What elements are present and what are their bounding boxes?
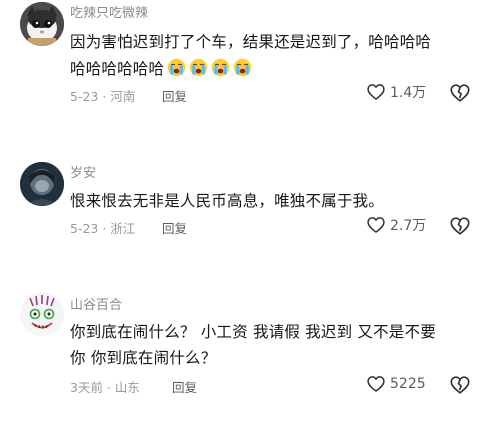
username[interactable]: 岁安: [70, 162, 96, 181]
like-button[interactable]: 5225: [366, 374, 426, 394]
dislike-button[interactable]: [449, 215, 471, 237]
loudly-crying-face-icon: [167, 58, 186, 77]
comment-text-line-2: 哈哈哈哈哈哈: [70, 57, 252, 79]
like-count: 1.4万: [390, 85, 427, 101]
comment-text-line-2: 你 你到底在闹什么？: [70, 349, 217, 367]
loudly-crying-face-icon: [211, 58, 230, 77]
dislike-button[interactable]: [449, 82, 471, 104]
heart-icon: [367, 217, 385, 233]
comment-text-line-1: 你到底在闹什么？ 小工资 我请假 我迟到 又不是不要: [70, 323, 436, 341]
loudly-crying-face-icon: [233, 58, 252, 77]
avatar[interactable]: [20, 2, 64, 46]
comment-text-line-1: 恨来恨去无非是人民币高息，唯独不属于我。: [70, 192, 385, 210]
comment-meta: 5-23 · 浙江: [70, 221, 136, 236]
username[interactable]: 山谷百合: [70, 294, 122, 313]
reply-button[interactable]: 回复: [172, 377, 197, 396]
cat-avatar-image: [20, 2, 64, 46]
comment-meta: 5-23 · 河南: [70, 89, 136, 104]
cartoon-face-avatar-image: [20, 292, 64, 336]
emoji-row: [164, 58, 252, 78]
person-avatar-image: [20, 162, 64, 206]
reply-button[interactable]: 回复: [162, 218, 187, 237]
broken-heart-icon: [450, 376, 470, 394]
comment-item: 山谷百合 你到底在闹什么？ 小工资 我请假 我迟到 又不是不要 你 你到底在闹什…: [0, 290, 498, 400]
avatar[interactable]: [20, 162, 64, 206]
reply-button[interactable]: 回复: [162, 86, 187, 105]
heart-icon: [367, 84, 385, 100]
comment-item: 岁安 恨来恨去无非是人民币高息，唯独不属于我。 5-23 · 浙江 回复 2.7…: [0, 160, 498, 250]
broken-heart-icon: [450, 84, 470, 102]
loudly-crying-face-icon: [189, 58, 208, 77]
broken-heart-icon: [450, 217, 470, 235]
comment-item: 吃辣只吃微辣 因为害怕迟到打了个车，结果还是迟到了，哈哈哈哈 哈哈哈哈哈哈 5-…: [0, 0, 498, 120]
comment-meta: 3天前 · 山东: [70, 380, 140, 395]
like-button[interactable]: 1.4万: [366, 82, 426, 102]
comment-text: 哈哈哈哈哈哈: [70, 60, 165, 78]
heart-icon: [367, 376, 385, 392]
like-count: 5225: [390, 376, 426, 392]
avatar[interactable]: [20, 292, 64, 336]
like-button[interactable]: 2.7万: [366, 215, 426, 235]
like-count: 2.7万: [390, 218, 427, 234]
comment-text-line-1: 因为害怕迟到打了个车，结果还是迟到了，哈哈哈哈: [70, 33, 432, 51]
username[interactable]: 吃辣只吃微辣: [70, 2, 148, 21]
dislike-button[interactable]: [449, 374, 471, 396]
